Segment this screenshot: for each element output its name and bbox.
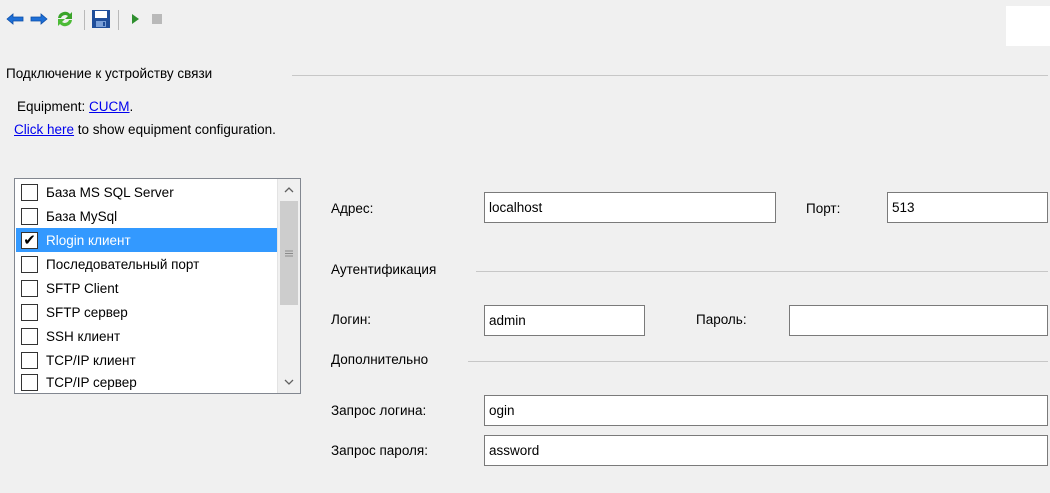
login-label: Логин: xyxy=(331,312,372,327)
toolbar xyxy=(0,0,1050,46)
checkbox[interactable] xyxy=(21,303,38,321)
list-item-label: База MS SQL Server xyxy=(46,184,174,200)
password-prompt-label: Запрос пароля: xyxy=(331,443,428,458)
list-item[interactable]: База MySql xyxy=(16,204,277,228)
group-divider xyxy=(476,271,1048,272)
check-mark-icon: ✔ xyxy=(23,231,36,249)
connection-group-title: Подключение к устройству связи xyxy=(6,66,213,81)
list-item[interactable]: Последовательный порт xyxy=(16,252,277,276)
auth-group-title: Аутентификация xyxy=(331,262,437,277)
list-item-selected[interactable]: ✔ Rlogin клиент xyxy=(16,228,277,252)
list-item-label: SFTP сервер xyxy=(46,304,128,320)
show-config-text: to show equipment configuration. xyxy=(74,122,276,137)
forward-arrow-icon[interactable] xyxy=(28,8,50,30)
checkbox[interactable] xyxy=(21,207,38,225)
list-item[interactable]: SFTP сервер xyxy=(16,300,277,324)
list-item-label: TCP/IP сервер xyxy=(46,375,137,390)
list-item-label: TCP/IP клиент xyxy=(46,352,136,368)
checkbox[interactable] xyxy=(21,351,38,369)
checkbox[interactable] xyxy=(21,183,38,201)
additional-group-title: Дополнительно xyxy=(331,352,429,367)
checkbox[interactable] xyxy=(21,327,38,345)
login-prompt-label: Запрос логина: xyxy=(331,403,427,418)
group-divider xyxy=(468,361,1048,362)
password-input[interactable] xyxy=(789,305,1048,336)
checkbox[interactable] xyxy=(21,255,38,273)
save-icon[interactable] xyxy=(90,8,112,30)
list-item[interactable]: SSH клиент xyxy=(16,324,277,348)
list-item[interactable]: База MS SQL Server xyxy=(16,180,277,204)
equipment-link[interactable]: CUCM xyxy=(89,99,130,114)
toolbar-separator xyxy=(118,10,119,30)
vertical-scrollbar[interactable] xyxy=(277,179,300,393)
list-item[interactable]: TCP/IP клиент xyxy=(16,348,277,372)
checkbox[interactable] xyxy=(21,374,38,391)
scrollbar-thumb[interactable] xyxy=(280,201,298,305)
checkbox[interactable] xyxy=(21,279,38,297)
play-icon[interactable] xyxy=(124,8,146,30)
connection-type-list[interactable]: База MS SQL Server База MySql ✔ Rlogin к… xyxy=(14,178,301,394)
equipment-line: Equipment: CUCM. xyxy=(17,99,133,114)
login-prompt-input[interactable] xyxy=(484,395,1048,426)
back-arrow-icon[interactable] xyxy=(4,8,26,30)
stop-icon[interactable] xyxy=(146,8,168,30)
list-item-label: SFTP Client xyxy=(46,280,119,296)
show-config-line: Click here to show equipment configurati… xyxy=(14,122,276,137)
list-item[interactable]: TCP/IP сервер xyxy=(16,372,277,393)
list-item-label: SSH клиент xyxy=(46,328,121,344)
address-label: Адрес: xyxy=(331,201,374,216)
checkbox-checked[interactable]: ✔ xyxy=(21,231,38,249)
chevron-up-icon[interactable] xyxy=(278,179,300,201)
address-input[interactable] xyxy=(484,192,776,223)
login-input[interactable] xyxy=(484,305,645,336)
refresh-icon[interactable] xyxy=(54,8,76,30)
list-item-label: Последовательный порт xyxy=(46,256,200,272)
chevron-down-icon[interactable] xyxy=(278,371,300,393)
password-prompt-input[interactable] xyxy=(484,435,1048,466)
list-item-label: База MySql xyxy=(46,208,118,224)
show-config-link[interactable]: Click here xyxy=(14,122,74,137)
grip-icon xyxy=(285,250,293,256)
port-label: Порт: xyxy=(806,201,841,216)
toolbar-separator xyxy=(84,10,85,30)
toolbar-blank-area xyxy=(1006,6,1050,46)
equipment-prefix: Equipment: xyxy=(17,99,90,114)
list-item[interactable]: SFTP Client xyxy=(16,276,277,300)
port-input[interactable] xyxy=(887,192,1048,223)
group-divider xyxy=(292,75,1048,76)
equipment-suffix: . xyxy=(129,99,134,114)
list-item-label: Rlogin клиент xyxy=(46,232,131,248)
password-label: Пароль: xyxy=(696,312,747,327)
